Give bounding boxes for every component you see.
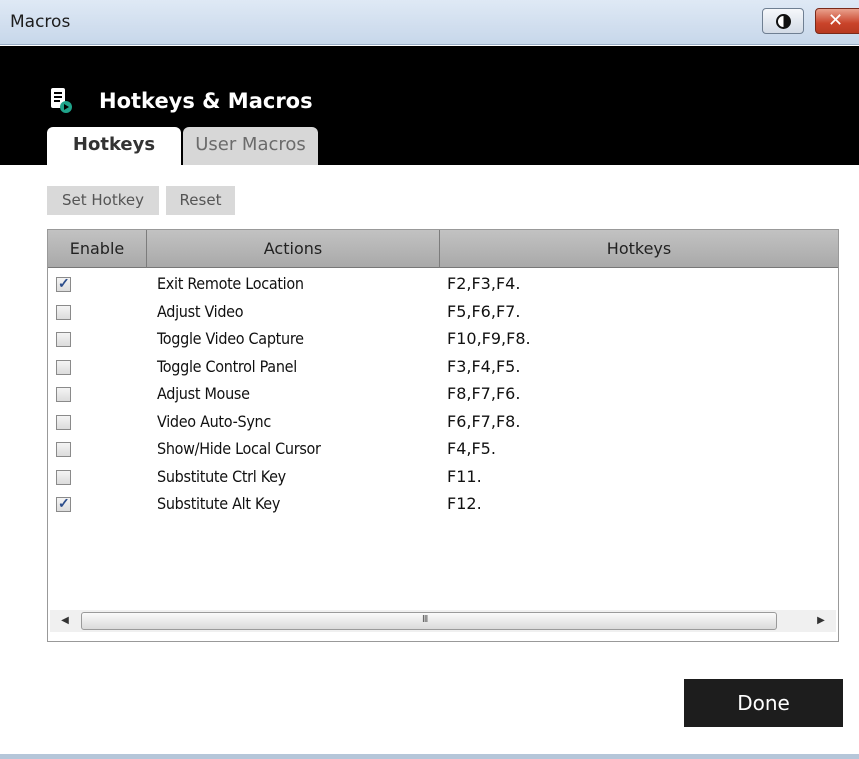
scroll-left-icon[interactable]: ◀ — [58, 613, 72, 629]
tab-user-macros[interactable]: User Macros — [183, 127, 318, 165]
enable-checkbox[interactable]: ✓ — [56, 275, 71, 292]
enable-checkbox[interactable]: ✓ — [56, 495, 71, 512]
tab-hotkeys[interactable]: Hotkeys — [47, 127, 181, 165]
enable-checkbox[interactable] — [56, 387, 71, 402]
action-cell: Toggle Control Panel — [157, 356, 297, 376]
hotkey-cell: F6,F7,F8. — [447, 411, 521, 431]
table-row[interactable]: Toggle Control Panel F3,F4,F5. — [48, 355, 838, 383]
column-header-hotkeys[interactable]: Hotkeys — [440, 230, 838, 268]
table-row[interactable]: Substitute Ctrl Key F11. — [48, 465, 838, 493]
table-row[interactable]: Video Auto-Sync F6,F7,F8. — [48, 410, 838, 438]
title-bar: Macros ✕ — [0, 0, 859, 45]
enable-checkbox[interactable] — [56, 442, 71, 457]
hotkey-cell: F4,F5. — [447, 439, 496, 458]
hotkey-cell: F11. — [447, 466, 482, 486]
enable-checkbox[interactable] — [56, 332, 71, 347]
header-title: Hotkeys & Macros — [99, 89, 313, 113]
document-gear-icon — [51, 88, 72, 113]
table-row[interactable]: ✓ Substitute Alt Key F12. — [48, 492, 838, 520]
hotkey-cell: F2,F3,F4. — [447, 274, 521, 293]
table-row[interactable]: ✓ Exit Remote Location F2,F3,F4. — [48, 272, 838, 300]
hotkey-cell: F10,F9,F8. — [447, 329, 531, 348]
window-title: Macros — [10, 12, 71, 32]
hotkey-cell: F5,F6,F7. — [447, 301, 521, 321]
set-hotkey-button[interactable]: Set Hotkey — [47, 186, 159, 215]
reset-button[interactable]: Reset — [166, 186, 235, 215]
horizontal-scrollbar[interactable]: ◀ III ▶ — [50, 610, 836, 632]
check-icon: ✓ — [58, 495, 70, 511]
action-cell: Toggle Video Capture — [157, 329, 304, 348]
action-cell: Adjust Mouse — [157, 384, 250, 403]
table-body: ✓ Exit Remote Location F2,F3,F4. Adjust … — [48, 272, 838, 520]
macros-window: Macros ✕ Hotkeys & Macros Hotkeys User M… — [0, 0, 859, 759]
window-bottom-border — [0, 754, 859, 759]
action-cell: Adjust Video — [157, 301, 244, 321]
hotkey-cell: F3,F4,F5. — [447, 356, 521, 376]
hotkeys-table: Enable Actions Hotkeys ✓ Exit Remote Loc… — [47, 229, 839, 642]
action-cell: Video Auto-Sync — [157, 411, 271, 431]
table-row[interactable]: Show/Hide Local Cursor F4,F5. — [48, 437, 838, 465]
hotkey-cell: F8,F7,F6. — [447, 384, 521, 403]
scroll-right-icon[interactable]: ▶ — [814, 613, 828, 629]
action-cell: Exit Remote Location — [157, 274, 304, 293]
table-row[interactable]: Adjust Video F5,F6,F7. — [48, 300, 838, 328]
table-row[interactable]: Toggle Video Capture F10,F9,F8. — [48, 327, 838, 355]
column-header-actions[interactable]: Actions — [147, 230, 440, 268]
hotkey-cell: F12. — [447, 494, 482, 513]
column-header-enable[interactable]: Enable — [48, 230, 147, 268]
enable-checkbox[interactable] — [56, 469, 71, 485]
table-header: Enable Actions Hotkeys — [48, 230, 838, 268]
enable-checkbox[interactable] — [56, 304, 71, 320]
close-icon: ✕ — [828, 10, 844, 31]
enable-checkbox[interactable] — [56, 414, 71, 430]
enable-checkbox[interactable] — [56, 359, 71, 375]
contrast-button[interactable] — [762, 8, 804, 34]
close-button[interactable]: ✕ — [815, 8, 859, 34]
action-cell: Show/Hide Local Cursor — [157, 439, 321, 458]
contrast-icon — [776, 14, 791, 29]
grip-icon: III — [422, 614, 428, 625]
scrollbar-thumb[interactable]: III — [81, 612, 777, 630]
check-icon: ✓ — [58, 275, 70, 291]
table-row[interactable]: Adjust Mouse F8,F7,F6. — [48, 382, 838, 410]
done-button[interactable]: Done — [684, 679, 843, 727]
action-cell: Substitute Alt Key — [157, 494, 281, 513]
action-cell: Substitute Ctrl Key — [157, 466, 286, 486]
